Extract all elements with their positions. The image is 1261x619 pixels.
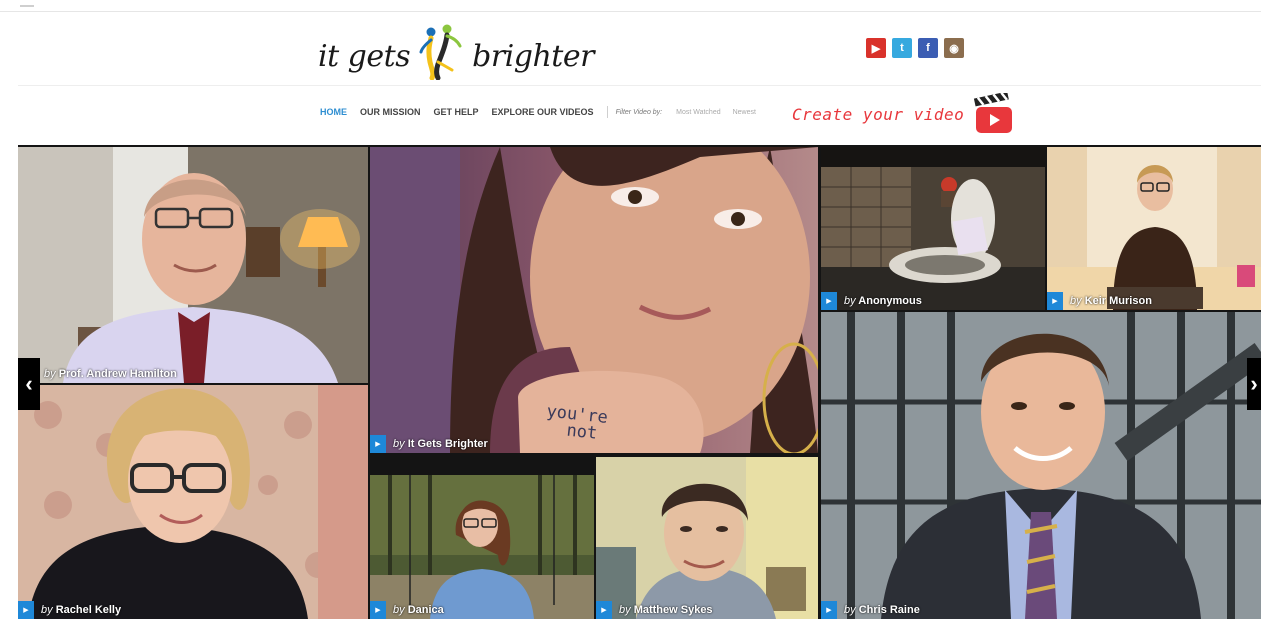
filter-most-watched[interactable]: Most Watched [676,109,720,116]
twitter-icon[interactable]: t [892,38,912,58]
video-thumbnail [821,312,1261,619]
video-tile-matthew-sykes[interactable]: ▶ by Matthew Sykes [596,457,818,619]
video-caption: ▶ by Matthew Sykes [596,601,713,619]
browser-top-strip [0,0,1261,12]
video-thumbnail [18,385,368,619]
nav-item-explore-our-videos[interactable]: EXPLORE OUR VIDEOS [492,107,594,117]
video-caption: ▶ by Rachel Kelly [18,601,121,619]
video-thumbnail [18,147,368,383]
logo-text-left: it gets [318,39,411,74]
play-icon[interactable]: ▶ [370,435,386,453]
video-thumbnail [370,475,594,619]
author-name: Prof. Andrew Hamilton [58,368,177,380]
two-figures-logo-icon [419,24,462,80]
play-icon[interactable]: ▶ [821,292,837,310]
video-caption: ▶ by Chris Raine [821,601,920,619]
author-name: Anonymous [858,295,922,307]
play-icon[interactable]: ▶ [18,601,34,619]
nav-divider [606,106,608,118]
video-caption: ▶ by Keir Murison [1047,292,1152,310]
video-tile-chris-raine[interactable]: ▶ by Chris Raine [821,312,1261,619]
video-author: by Keir Murison [1063,295,1152,307]
nav-item-get-help[interactable]: GET HELP [434,107,479,117]
filter-label: Filter Video by: [615,108,663,116]
video-thumbnail [1047,147,1261,310]
video-author: by Prof. Andrew Hamilton [18,368,177,380]
main-nav: HOME OUR MISSION GET HELP EXPLORE OUR VI… [18,87,1261,143]
video-thumbnail: you're not [370,147,818,453]
filter-newest[interactable]: Newest [733,109,756,116]
by-prefix: by [44,368,56,380]
video-caption: ▶ by Anonymous [821,292,922,310]
author-name: Chris Raine [858,604,920,616]
video-author: by Anonymous [837,295,922,307]
author-name: Matthew Sykes [633,604,713,616]
video-author: by It Gets Brighter [386,438,488,450]
video-thumbnail [821,147,1045,310]
video-tile-keir-murison[interactable]: ▶ by Keir Murison [1047,147,1261,310]
play-icon[interactable]: ▶ [821,601,837,619]
play-icon[interactable]: ▶ [370,601,386,619]
facebook-icon[interactable]: f [918,38,938,58]
nav-item-home[interactable]: HOME [320,107,347,117]
video-author: by Rachel Kelly [34,604,121,616]
author-name: Danica [407,604,444,616]
video-grid: by Prof. Andrew Hamilton you're not ▶ by… [18,145,1261,619]
video-author: by Chris Raine [837,604,920,616]
video-caption: by Prof. Andrew Hamilton [18,365,177,383]
youtube-icon[interactable]: ▶ [866,38,886,58]
create-your-video-button[interactable]: Create your video [792,93,1016,135]
by-prefix: by [393,604,405,616]
carousel-prev-icon[interactable]: ‹ [18,358,40,410]
video-tile-danica[interactable]: ▶ by Danica [370,475,594,619]
site-logo[interactable]: it gets brighter [318,22,594,80]
carousel-next-icon[interactable]: › [1247,358,1261,410]
author-name: Rachel Kelly [55,604,122,616]
instagram-icon[interactable]: ◉ [944,38,964,58]
by-prefix: by [619,604,631,616]
by-prefix: by [41,604,53,616]
clapperboard-play-icon [974,93,1013,133]
play-icon[interactable]: ▶ [596,601,612,619]
hand-text-2: not [566,421,599,444]
site-header: it gets brighter ▶ t f ◉ [18,12,1261,86]
video-tile-rachel-kelly[interactable]: ▶ by Rachel Kelly [18,385,368,619]
video-caption: ▶ by Danica [370,601,444,619]
video-author: by Matthew Sykes [612,604,713,616]
nav-item-our-mission[interactable]: OUR MISSION [360,107,421,117]
video-tile-it-gets-brighter[interactable]: you're not ▶ by It Gets Brighter [370,147,818,453]
play-icon[interactable]: ▶ [1047,292,1063,310]
by-prefix: by [393,438,405,450]
author-name: It Gets Brighter [407,438,488,450]
by-prefix: by [844,604,856,616]
video-caption: ▶ by It Gets Brighter [370,435,488,453]
author-name: Keir Murison [1084,295,1152,307]
logo-text-right: brighter [472,39,594,74]
top-dash [20,5,34,7]
nav-menu: HOME OUR MISSION GET HELP EXPLORE OUR VI… [320,106,768,118]
social-links: ▶ t f ◉ [866,38,964,58]
create-your-video-label: Create your video [792,104,965,124]
by-prefix: by [1070,295,1082,307]
video-tile-anonymous[interactable]: ▶ by Anonymous [821,147,1045,310]
video-thumbnail [596,457,818,619]
by-prefix: by [844,295,856,307]
video-tile-andrew-hamilton[interactable]: by Prof. Andrew Hamilton [18,147,368,383]
video-author: by Danica [386,604,444,616]
page: it gets brighter ▶ t f ◉ HOME OUR MISSIO… [18,12,1261,619]
